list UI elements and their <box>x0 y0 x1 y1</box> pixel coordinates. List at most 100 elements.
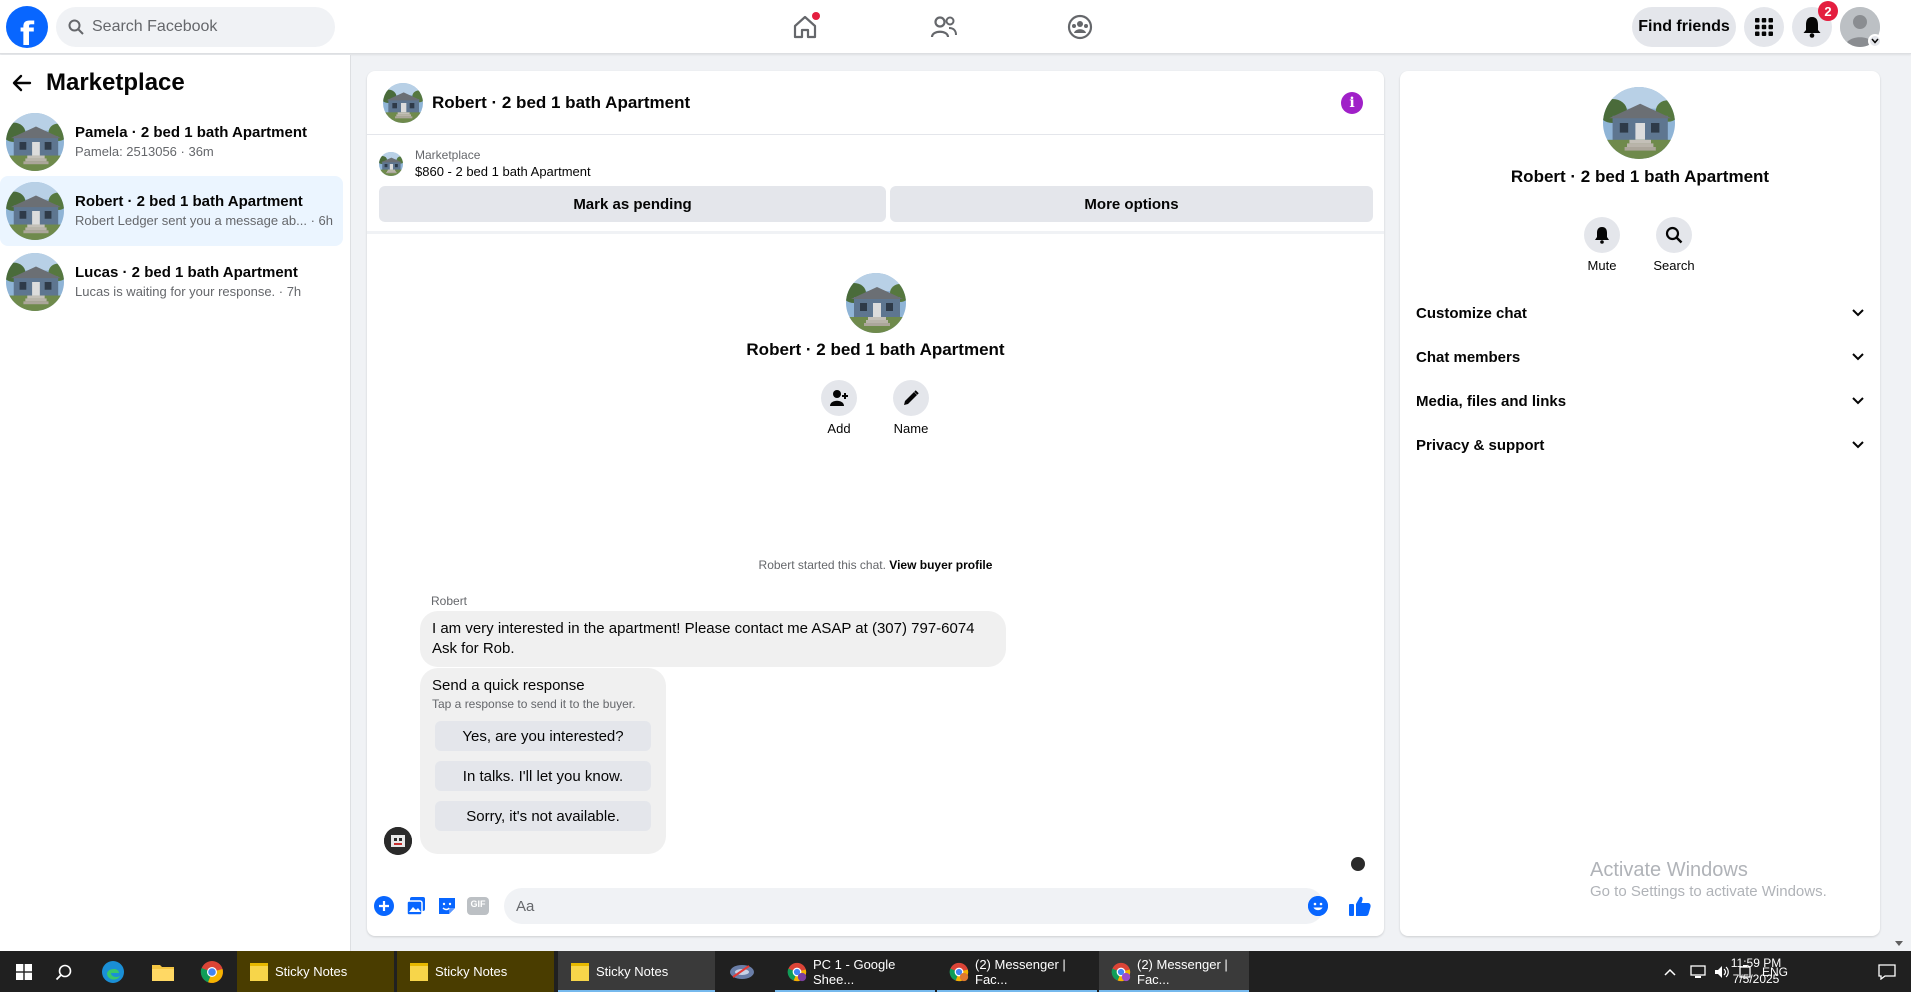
home-notification-dot <box>812 12 820 20</box>
groups-icon <box>1067 14 1093 40</box>
taskbar-app-label: Sticky Notes <box>435 964 508 979</box>
message-input[interactable] <box>504 888 1324 924</box>
chevron-down-icon <box>1871 38 1879 44</box>
sticky-notes-icon <box>410 962 428 981</box>
snipping-tool-taskbar-icon[interactable] <box>718 951 766 992</box>
mark-as-pending-button[interactable]: Mark as pending <box>379 186 886 222</box>
clock-date: 7/5/2025 <box>1732 972 1780 986</box>
edit-name-button[interactable] <box>893 380 929 416</box>
taskbar-clock[interactable]: 11:59 PM 7/5/2025 <box>1726 955 1786 987</box>
taskbar-app-sticky-notes[interactable]: Sticky Notes <box>558 951 715 992</box>
friends-nav-button[interactable] <box>927 10 961 44</box>
customize-chat-section[interactable]: Customize chat <box>1408 293 1872 333</box>
search-box[interactable] <box>56 7 335 47</box>
conversation-item[interactable]: Pamela · 2 bed 1 bath Apartment Pamela: … <box>0 107 343 177</box>
chat-members-section[interactable]: Chat members <box>1408 337 1872 377</box>
sidebar-header: Marketplace <box>10 69 185 97</box>
incoming-message-bubble[interactable]: I am very interested in the apartment! P… <box>420 611 1006 667</box>
chevron-down-icon <box>1852 309 1864 317</box>
back-button[interactable] <box>10 71 34 95</box>
sender-name: Robert <box>431 594 468 608</box>
chrome-profile-icon <box>949 962 969 981</box>
sender-avatar-image <box>384 827 412 855</box>
sender-avatar[interactable] <box>384 827 412 855</box>
chevron-up-icon[interactable] <box>1664 968 1676 976</box>
network-icon[interactable] <box>1690 964 1706 979</box>
home-nav-button[interactable] <box>788 10 822 44</box>
mute-button[interactable] <box>1584 217 1620 253</box>
taskbar-app-sticky-notes[interactable]: Sticky Notes <box>237 951 394 992</box>
chat-details-panel: Robert · 2 bed 1 bath Apartment Mute Sea… <box>1400 71 1880 936</box>
account-chevron[interactable] <box>1868 34 1882 48</box>
bell-icon <box>1803 17 1821 38</box>
gif-label: GIF <box>470 899 486 909</box>
info-icon[interactable]: i <box>1341 92 1363 114</box>
media-files-links-section[interactable]: Media, files and links <box>1408 381 1872 421</box>
more-options-button[interactable]: More options <box>890 186 1373 222</box>
quick-response-button[interactable]: Yes, are you interested? <box>435 721 651 751</box>
details-thumbnail <box>1603 87 1675 159</box>
taskbar-app-sticky-notes[interactable]: Sticky Notes <box>397 951 554 992</box>
section-label: Customize chat <box>1416 304 1527 322</box>
emoji-button[interactable] <box>1308 896 1328 916</box>
smiley-icon <box>1308 896 1328 916</box>
divider <box>367 231 1384 234</box>
notifications-button[interactable]: 2 <box>1792 1 1838 47</box>
taskbar-app-label: Sticky Notes <box>275 964 348 979</box>
plus-circle-icon <box>374 896 394 916</box>
chrome-taskbar-icon[interactable] <box>188 951 236 992</box>
search-label: Search <box>1653 258 1695 273</box>
search-in-chat-action[interactable]: Search <box>1644 217 1704 273</box>
sticker-button[interactable] <box>436 895 458 917</box>
quick-response-button[interactable]: In talks. I'll let you know. <box>435 761 651 791</box>
chat-profile-thumbnail <box>846 273 906 333</box>
file-explorer-taskbar-icon[interactable] <box>139 951 187 992</box>
chat-header-title[interactable]: Robert · 2 bed 1 bath Apartment <box>432 93 690 113</box>
taskbar-app-google-sheets[interactable]: PC 1 - Google Shee... <box>775 951 935 992</box>
chat-header-thumbnail[interactable] <box>383 83 423 123</box>
pencil-icon <box>904 390 919 405</box>
search-icon <box>55 964 72 980</box>
quick-response-button[interactable]: Sorry, it's not available. <box>435 801 651 831</box>
edge-taskbar-icon[interactable] <box>89 951 137 992</box>
menu-button[interactable] <box>1744 7 1784 47</box>
taskbar-search-button[interactable] <box>40 951 88 992</box>
sidebar-title: Marketplace <box>46 69 185 96</box>
view-buyer-profile-link[interactable]: View buyer profile <box>889 558 992 572</box>
chat-panel: Robert · 2 bed 1 bath Apartment i Market… <box>367 71 1384 936</box>
chevron-down-icon <box>1852 441 1864 449</box>
gif-button[interactable]: GIF <box>467 895 489 917</box>
find-friends-button[interactable]: Find friends <box>1632 7 1736 47</box>
taskbar-app-label: Sticky Notes <box>596 964 669 979</box>
add-person-button[interactable] <box>821 380 857 416</box>
search-in-chat-button[interactable] <box>1656 217 1692 253</box>
groups-nav-button[interactable] <box>1063 10 1097 44</box>
listing-banner-thumbnail <box>379 152 403 176</box>
notification-center-button[interactable] <box>1863 951 1911 992</box>
watermark-title: Activate Windows <box>1590 859 1748 881</box>
taskbar-app-messenger-active[interactable]: (2) Messenger | Fac... <box>1099 951 1249 992</box>
add-people-action[interactable]: Add <box>809 380 869 436</box>
taskbar-app-messenger[interactable]: (2) Messenger | Fac... <box>937 951 1097 992</box>
facebook-logo[interactable]: f <box>6 6 48 48</box>
more-actions-button[interactable] <box>373 895 395 917</box>
conversation-item-active[interactable]: Robert · 2 bed 1 bath Apartment Robert L… <box>0 176 343 246</box>
chevron-down-icon <box>1852 397 1864 405</box>
chevron-down-icon <box>1852 353 1864 361</box>
snipping-tool-icon <box>730 964 754 979</box>
listing-source: Marketplace <box>415 148 481 162</box>
conversation-preview: Pamela: 2513056 · 36m <box>75 144 214 159</box>
chrome-browser-icon <box>200 960 223 983</box>
listing-banner[interactable]: Marketplace $860 - 2 bed 1 bath Apartmen… <box>379 147 591 181</box>
name-chat-action[interactable]: Name <box>881 380 941 436</box>
chrome-profile-icon <box>1111 962 1131 981</box>
scrollbar-down-arrow[interactable] <box>1893 937 1905 949</box>
mute-action[interactable]: Mute <box>1572 217 1632 273</box>
privacy-support-section[interactable]: Privacy & support <box>1408 425 1872 465</box>
like-send-button[interactable] <box>1347 893 1373 919</box>
listing-thumbnail <box>6 113 64 171</box>
listing-thumbnail <box>6 182 64 240</box>
attach-photo-button[interactable] <box>405 895 427 917</box>
search-input[interactable] <box>92 18 312 36</box>
conversation-item[interactable]: Lucas · 2 bed 1 bath Apartment Lucas is … <box>0 247 343 317</box>
